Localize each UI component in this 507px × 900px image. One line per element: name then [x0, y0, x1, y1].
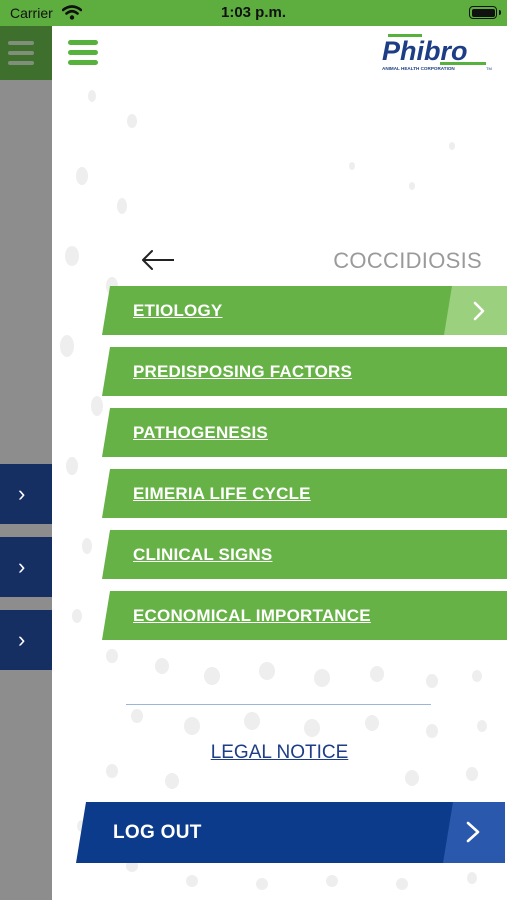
battery-icon	[469, 6, 501, 19]
menu-item-label: PREDISPOSING FACTORS	[133, 362, 353, 381]
background-sidebar: › › ›	[0, 26, 52, 900]
status-time: 1:03 p.m.	[220, 4, 287, 21]
menu-item-etiology[interactable]: ETIOLOGY	[102, 286, 507, 335]
chevron-right-icon	[466, 821, 480, 843]
logo-tagline: ANIMAL HEALTH CORPORATION	[382, 66, 455, 71]
background-menu-button[interactable]	[0, 26, 52, 80]
logout-button[interactable]: LOG OUT	[76, 802, 505, 863]
logo-stripe-bottom	[440, 62, 486, 65]
phibro-logo: Phibro ANIMAL HEALTH CORPORATION TM	[382, 34, 492, 71]
background-chevron-button[interactable]: ›	[0, 464, 52, 524]
menu-item-label: EIMERIA LIFE CYCLE	[133, 484, 311, 503]
menu-item-pathogenesis[interactable]: PATHOGENESIS	[102, 408, 507, 457]
hamburger-icon-line	[68, 40, 98, 45]
logout-chevron-box	[443, 802, 505, 863]
menu-item-clinical-signs[interactable]: CLINICAL SIGNS	[102, 530, 507, 579]
chevron-right-icon	[473, 301, 485, 321]
status-bar: Carrier 1:03 p.m.	[0, 0, 507, 26]
menu-item-economical-importance[interactable]: ECONOMICAL IMPORTANCE	[102, 591, 507, 640]
page-title: COCCIDIOSIS	[333, 248, 482, 273]
background-dot-pattern	[60, 90, 487, 890]
logout-label: LOG OUT	[113, 822, 202, 843]
menu-item-label: ETIOLOGY	[133, 301, 223, 320]
logo-brand: Phibro	[382, 36, 468, 66]
menu-item-label: PATHOGENESIS	[133, 423, 268, 442]
background-chevron-button[interactable]: ›	[0, 537, 52, 597]
legal-notice-link[interactable]: LEGAL NOTICE	[52, 742, 507, 764]
menu-item-label: CLINICAL SIGNS	[133, 545, 273, 564]
hamburger-icon-line	[8, 51, 34, 55]
menu-button[interactable]	[68, 40, 98, 66]
menu-item-label: ECONOMICAL IMPORTANCE	[133, 606, 371, 625]
divider	[126, 704, 431, 705]
hamburger-icon-line	[68, 50, 98, 55]
menu-item-predisposing-factors[interactable]: PREDISPOSING FACTORS	[102, 347, 507, 396]
back-button[interactable]	[140, 246, 176, 274]
menu-item-eimeria-life-cycle[interactable]: EIMERIA LIFE CYCLE	[102, 469, 507, 518]
hamburger-icon-line	[8, 61, 34, 65]
logo-tm: TM	[486, 66, 492, 71]
menu-item-chevron-box	[444, 286, 507, 335]
hamburger-icon-line	[68, 60, 98, 65]
hamburger-icon-line	[8, 41, 34, 45]
back-arrow-icon	[142, 250, 174, 270]
menu-panel: Phibro ANIMAL HEALTH CORPORATION TM COCC…	[52, 26, 507, 900]
background-chevron-button[interactable]: ›	[0, 610, 52, 670]
